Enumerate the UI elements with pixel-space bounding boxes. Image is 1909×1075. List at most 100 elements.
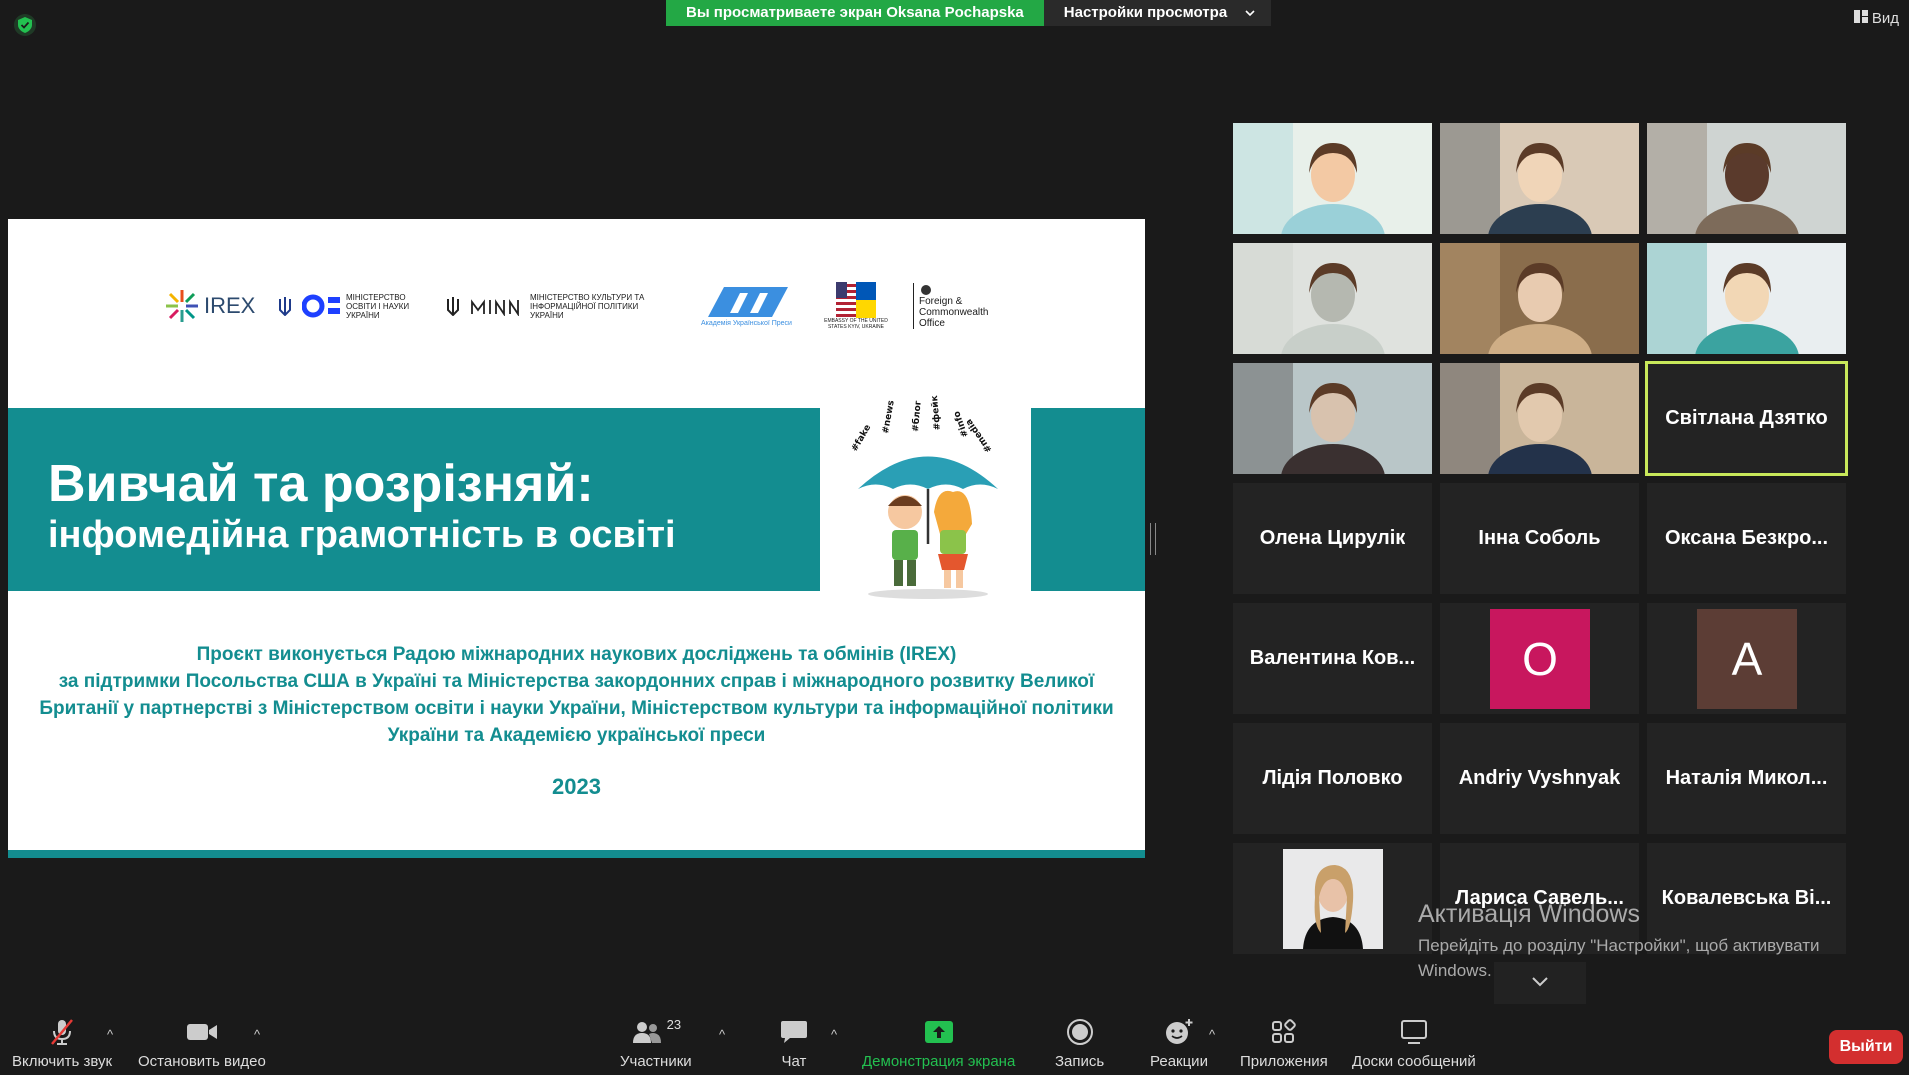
participant-tile[interactable] xyxy=(1233,843,1432,954)
mon-logo-text: МІНІСТЕРСТВО ОСВІТИ І НАУКИ УКРАЇНИ xyxy=(346,292,410,320)
trident-icon xyxy=(279,297,291,316)
share-screen-button[interactable]: Демонстрация экрана xyxy=(862,1017,1015,1070)
view-options-label: Настройки просмотра xyxy=(1063,4,1228,21)
participant-tile[interactable]: Andriy Vyshnyak xyxy=(1440,723,1639,834)
participant-tile[interactable] xyxy=(1647,123,1846,234)
participant-tile[interactable]: Наталія Микол... xyxy=(1647,723,1846,834)
participant-tile[interactable]: Валентина Ков... xyxy=(1233,603,1432,714)
whiteboard-icon xyxy=(1400,1017,1428,1047)
participant-name: Олена Цирулік xyxy=(1233,483,1432,594)
participant-video xyxy=(1647,123,1846,234)
irex-logo-text: IREX xyxy=(204,293,256,318)
unmute-button[interactable]: Включить звук xyxy=(12,1017,112,1070)
leave-meeting-button[interactable]: Выйти xyxy=(1829,1030,1903,1064)
chat-button[interactable]: Чат xyxy=(780,1017,808,1070)
irex-mark-icon xyxy=(166,290,198,322)
chevron-down-icon xyxy=(1532,974,1548,992)
participant-tile[interactable] xyxy=(1233,363,1432,474)
project-description: Проєкт виконується Радою міжнародних нау… xyxy=(28,641,1125,749)
security-shield-icon[interactable] xyxy=(14,14,36,36)
svg-text:#фейк: #фейк xyxy=(930,395,943,431)
mon-mark-icon xyxy=(302,294,340,318)
participant-video xyxy=(1233,123,1432,234)
slide-subtitle: інфомедійна грамотність в освіті xyxy=(48,514,676,556)
chat-label: Чат xyxy=(781,1053,807,1070)
activation-text: Перейдіть до розділу "Настройки", щоб ак… xyxy=(1418,936,1820,980)
participant-tile[interactable] xyxy=(1233,123,1432,234)
view-button[interactable]: Вид xyxy=(1853,10,1899,27)
participant-tile[interactable] xyxy=(1440,123,1639,234)
participant-video xyxy=(1440,363,1639,474)
chat-options-caret[interactable]: ^ xyxy=(831,1027,837,1042)
stop-video-button[interactable]: Остановить видео xyxy=(138,1017,266,1070)
participant-name: Інна Соболь xyxy=(1440,483,1639,594)
participant-name: Andriy Vyshnyak xyxy=(1440,723,1639,834)
participant-name: Валентина Ков... xyxy=(1233,603,1432,714)
participant-tile[interactable]: А xyxy=(1647,603,1846,714)
resize-divider-handle[interactable] xyxy=(1150,523,1156,555)
participant-tile[interactable]: Олена Цирулік xyxy=(1233,483,1432,594)
participant-tile[interactable] xyxy=(1440,363,1639,474)
shared-screen-slide: IREX МІНІСТЕРСТВО ОСВІТИ І НАУКИ УКРАЇНИ… xyxy=(8,219,1145,858)
participants-icon: 23 xyxy=(631,1017,681,1047)
svg-text:#блог: #блог xyxy=(910,400,924,432)
participant-video xyxy=(1233,243,1432,354)
participant-tile[interactable]: Світлана Дзятко xyxy=(1645,361,1848,476)
video-camera-icon xyxy=(186,1017,218,1047)
participant-name: Оксана Безкро... xyxy=(1647,483,1846,594)
participant-tile[interactable]: О xyxy=(1440,603,1639,714)
chat-bubble-icon xyxy=(780,1017,808,1047)
view-options-button[interactable]: Настройки просмотра xyxy=(1043,0,1272,26)
aup-logo-text: Академія Української Преси xyxy=(701,319,792,327)
slide-bottom-line xyxy=(8,850,1145,858)
mkip-mark-icon xyxy=(471,299,519,316)
partner-logos: IREX МІНІСТЕРСТВО ОСВІТИ І НАУКИ УКРАЇНИ… xyxy=(156,271,1016,341)
participant-tile[interactable]: Лідія Половко xyxy=(1233,723,1432,834)
record-button[interactable]: Запись xyxy=(1055,1017,1104,1070)
participant-name-text: Світлана Дзятко xyxy=(1665,407,1828,429)
windows-activation-watermark: Активація Windows Перейдіть до розділу "… xyxy=(1418,900,1858,983)
participant-tile[interactable] xyxy=(1440,243,1639,354)
video-options-caret[interactable]: ^ xyxy=(254,1027,260,1042)
description-line: Британії у партнерстві з Міністерством о… xyxy=(39,698,1114,719)
record-label: Запись xyxy=(1055,1053,1105,1070)
whiteboards-button[interactable]: Доски сообщений xyxy=(1352,1017,1476,1070)
participant-tile[interactable]: Оксана Безкро... xyxy=(1647,483,1846,594)
screen-share-banner: Вы просматриваете экран Oksana Pochapska… xyxy=(666,0,1272,26)
participant-video xyxy=(1647,243,1846,354)
embassy-logo-text: EMBASSY OF THE UNITED STATES KYIV, UKRAI… xyxy=(824,318,888,330)
participant-avatar: А xyxy=(1697,609,1797,709)
aup-logo: Академія Української Преси xyxy=(701,271,792,341)
participant-video xyxy=(1440,243,1639,354)
us-ukraine-flags-icon xyxy=(836,282,876,318)
participants-label: Участники xyxy=(620,1053,692,1070)
participant-tile[interactable] xyxy=(1233,243,1432,354)
mkip-logo: МІНІСТЕРСТВО КУЛЬТУРИ ТА ІНФОРМАЦІЙНОЇ П… xyxy=(446,271,652,341)
royal-crest-icon xyxy=(921,284,931,295)
share-screen-label: Демонстрация экрана xyxy=(862,1053,1016,1070)
reactions-label: Реакции xyxy=(1150,1053,1208,1070)
reactions-button[interactable]: Реакции xyxy=(1150,1017,1208,1070)
participant-name-text: Лідія Половко xyxy=(1262,767,1403,789)
reactions-options-caret[interactable]: ^ xyxy=(1209,1027,1215,1042)
participants-options-caret[interactable]: ^ xyxy=(719,1027,725,1042)
slide-year: 2023 xyxy=(552,774,601,799)
view-label: Вид xyxy=(1871,10,1899,27)
participant-photo xyxy=(1283,849,1383,949)
gallery-scroll-down-button[interactable] xyxy=(1494,962,1586,1004)
audio-options-caret[interactable]: ^ xyxy=(107,1027,113,1042)
title-band-right xyxy=(1031,408,1145,591)
participant-name: Лідія Половко xyxy=(1233,723,1432,834)
embassy-logo: EMBASSY OF THE UNITED STATES KYIV, UKRAI… xyxy=(821,271,891,341)
irex-logo: IREX xyxy=(164,271,255,341)
participants-button[interactable]: 23 Участники xyxy=(620,1017,692,1070)
apps-button[interactable]: Приложения xyxy=(1240,1017,1328,1070)
children-umbrella-illustration: #fake #news #блог #фейк #info #media xyxy=(828,394,1028,604)
participant-name: Наталія Микол... xyxy=(1647,723,1846,834)
participant-name-text: Валентина Ков... xyxy=(1249,647,1416,669)
participant-tile[interactable] xyxy=(1647,243,1846,354)
aup-mark-icon xyxy=(708,286,789,317)
unmute-label: Включить звук xyxy=(12,1053,113,1070)
participant-tile[interactable]: Інна Соболь xyxy=(1440,483,1639,594)
participant-video xyxy=(1440,123,1639,234)
